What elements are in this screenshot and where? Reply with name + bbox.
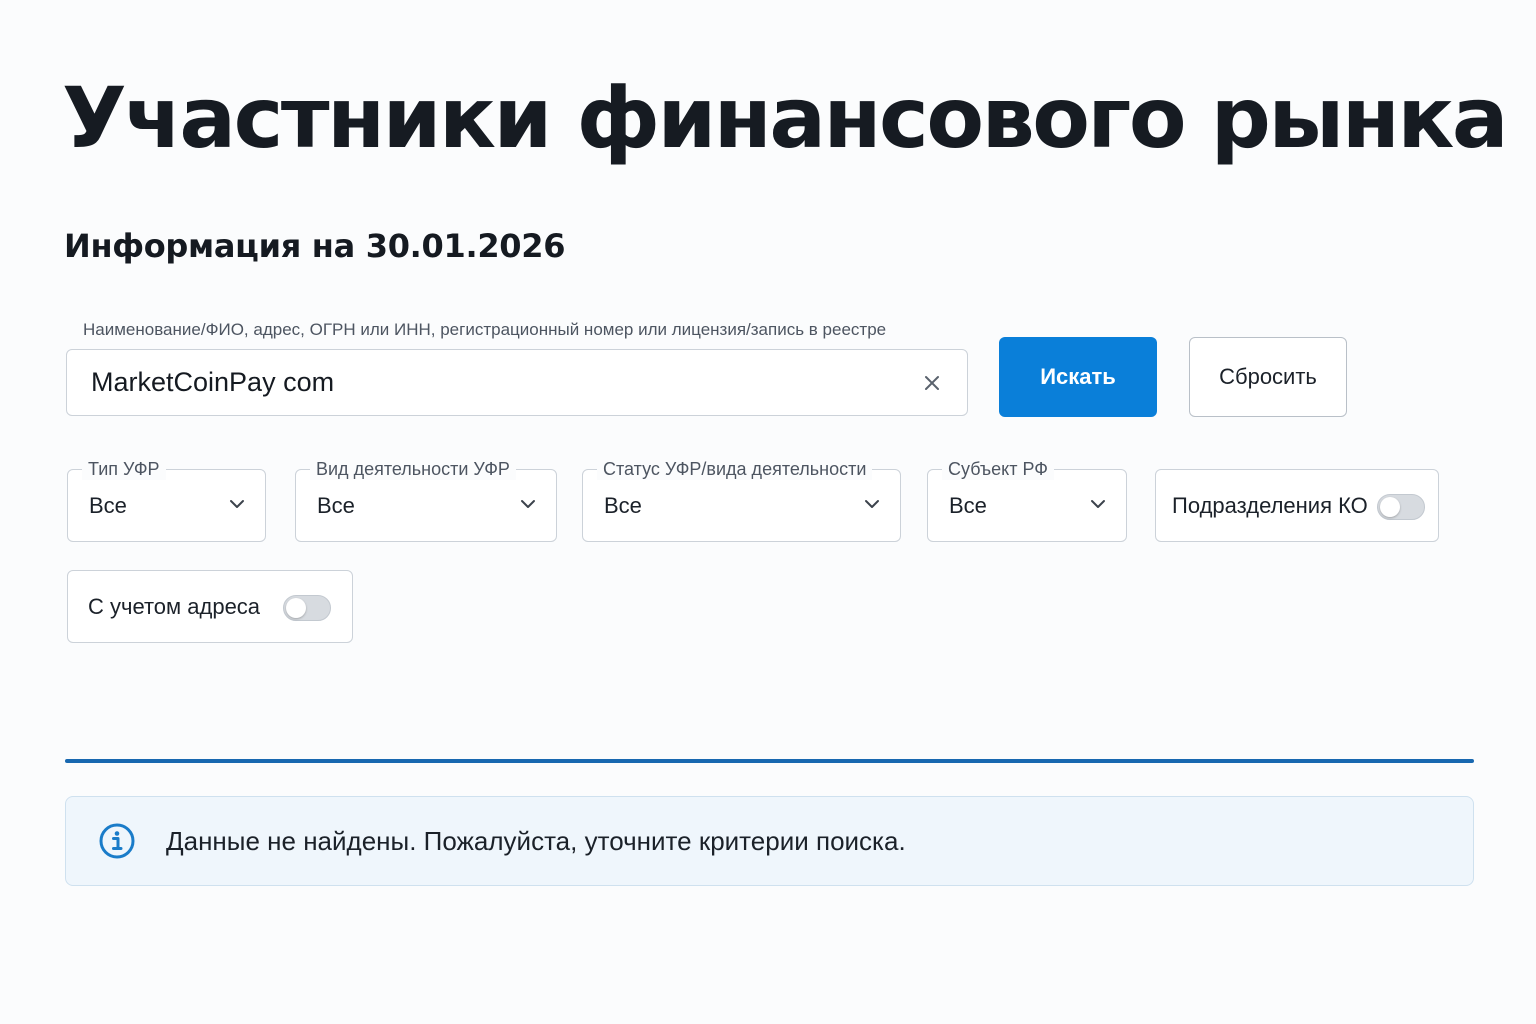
chevron-down-icon xyxy=(230,500,244,508)
toggle-knob xyxy=(286,598,306,618)
search-button[interactable]: Искать xyxy=(999,337,1157,417)
address-toggle-label: С учетом адреса xyxy=(88,594,261,619)
results-divider xyxy=(65,759,1474,763)
toggle-knob xyxy=(1380,497,1400,517)
branches-toggle-label: Подразделения КО xyxy=(1172,493,1368,518)
filter-label: Тип УФР xyxy=(82,458,166,480)
filter-value: Все xyxy=(89,493,127,518)
search-label: Наименование/ФИО, адрес, ОГРН или ИНН, р… xyxy=(83,320,887,339)
close-icon[interactable] xyxy=(923,374,941,392)
branches-toggle-box: Подразделения КО xyxy=(1155,469,1439,542)
branches-toggle[interactable] xyxy=(1377,494,1425,520)
chevron-down-icon xyxy=(1091,500,1105,508)
chevron-down-icon xyxy=(521,500,535,508)
filter-value: Все xyxy=(604,493,642,518)
search-input[interactable] xyxy=(91,350,891,415)
no-results-alert: Данные не найдены. Пожалуйста, уточните … xyxy=(65,796,1474,886)
reset-button[interactable]: Сбросить xyxy=(1189,337,1347,417)
filter-region[interactable]: Субъект РФ Все xyxy=(927,458,1127,542)
alert-message: Данные не найдены. Пожалуйста, уточните … xyxy=(166,826,906,856)
page-title: Участники финансового рынка xyxy=(62,69,1509,167)
info-icon xyxy=(99,823,135,859)
search-field xyxy=(66,349,968,416)
address-toggle-box: С учетом адреса xyxy=(67,570,353,643)
filter-value: Все xyxy=(949,493,987,518)
filter-label: Статус УФР/вида деятельности xyxy=(597,458,873,480)
filter-ufr-type[interactable]: Тип УФР Все xyxy=(67,458,266,542)
info-date-heading: Информация на 30.01.2026 xyxy=(64,227,566,265)
filter-activity-type[interactable]: Вид деятельности УФР Все xyxy=(295,458,557,542)
filter-label: Вид деятельности УФР xyxy=(310,458,516,480)
filter-value: Все xyxy=(317,493,355,518)
filter-label: Субъект РФ xyxy=(942,458,1054,480)
filter-status[interactable]: Статус УФР/вида деятельности Все xyxy=(582,458,901,542)
chevron-down-icon xyxy=(865,500,879,508)
address-toggle[interactable] xyxy=(283,595,331,621)
